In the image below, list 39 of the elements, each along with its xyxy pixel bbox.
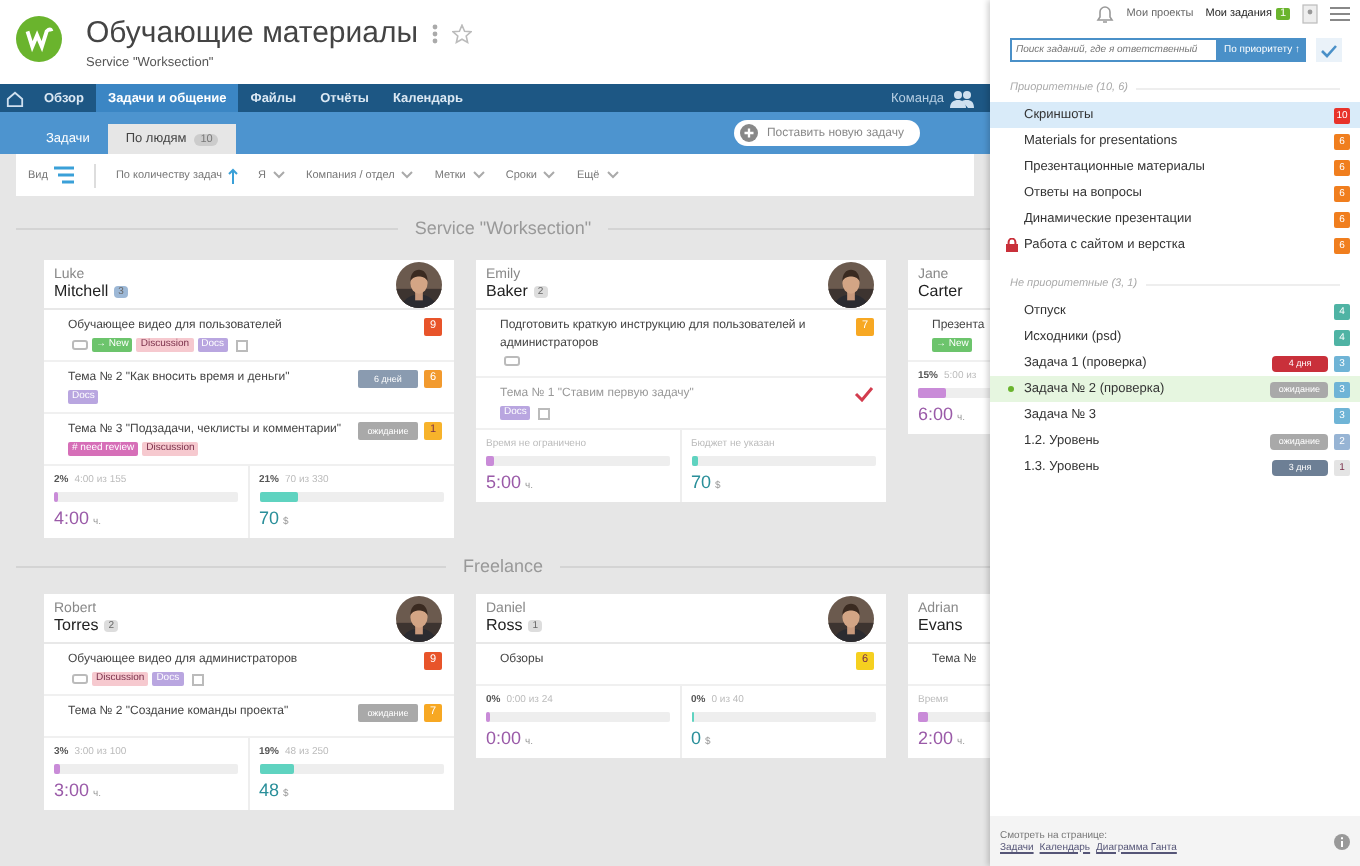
stat-value: 6:00	[918, 404, 954, 424]
view-icon	[53, 166, 74, 184]
last-name: Ross	[486, 616, 523, 634]
last-name: Baker	[486, 282, 528, 300]
check-icon	[1319, 43, 1338, 57]
people-icon	[950, 89, 974, 107]
stat-value: 4:00	[54, 508, 90, 528]
check-icon	[854, 386, 874, 402]
stat-value: 48	[259, 780, 280, 800]
stat-value: 3:00	[54, 780, 90, 800]
star-icon[interactable]	[452, 23, 473, 43]
group-title: Service "Worksection"	[414, 218, 592, 238]
stat-value: 70	[691, 472, 712, 492]
pin-icon[interactable]	[1302, 4, 1318, 24]
logo-icon	[16, 16, 62, 62]
plus-icon	[740, 124, 759, 142]
home-icon[interactable]	[6, 89, 24, 107]
stat-value: 5:00	[486, 472, 522, 492]
last-name: Carter	[918, 282, 963, 300]
stat-value: 70	[259, 508, 280, 528]
project-title: Обучающие материалы	[86, 16, 419, 50]
caret-icon	[272, 170, 287, 180]
caret-icon	[400, 170, 415, 180]
last-name: Torres	[54, 616, 99, 634]
last-name: Evans	[918, 616, 963, 634]
bell-icon[interactable]	[1096, 4, 1115, 24]
stat-value: 0	[691, 728, 702, 748]
menu-icon[interactable]	[1330, 6, 1350, 22]
group-title: Freelance	[462, 556, 544, 576]
info-icon[interactable]	[1334, 833, 1350, 849]
sort-arrow-icon	[228, 167, 239, 183]
more-icon[interactable]	[432, 23, 439, 43]
stat-value: 0:00	[486, 728, 522, 748]
last-name: Mitchell	[54, 282, 109, 300]
caret-icon	[605, 170, 620, 180]
check-button[interactable]	[1315, 38, 1342, 62]
caret-icon	[542, 170, 557, 180]
caret-icon	[471, 170, 486, 180]
stat-value: 2:00	[918, 728, 954, 748]
